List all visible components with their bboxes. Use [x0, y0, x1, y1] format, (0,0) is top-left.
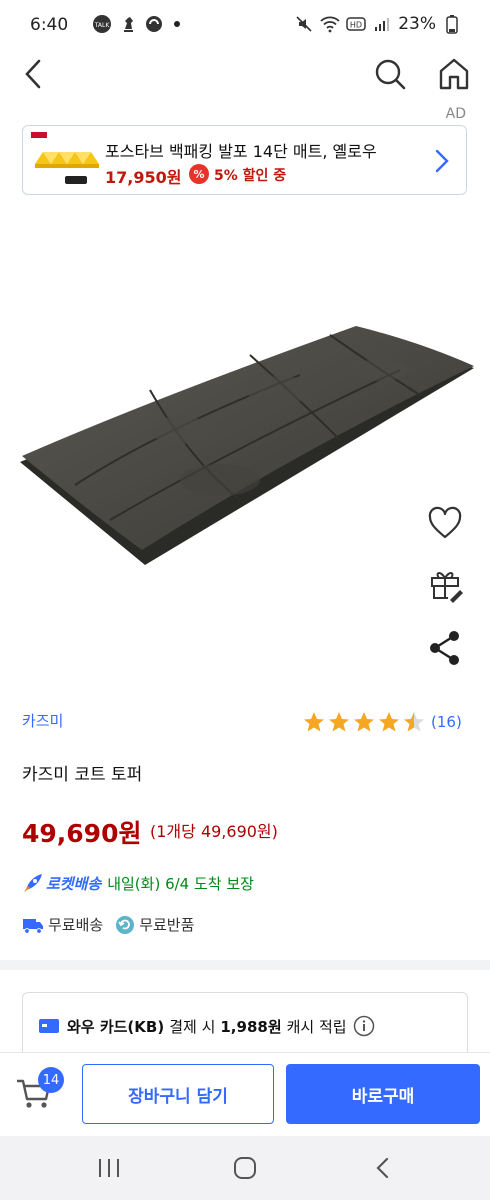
card-offer-text2: 캐시 적립 — [286, 1017, 347, 1036]
chevron-right-icon — [432, 146, 452, 176]
gift-button[interactable] — [426, 564, 464, 604]
heart-icon — [428, 506, 462, 539]
ad-price: 17,950원 — [105, 168, 182, 187]
ad-discount: 5% 할인 중 — [214, 168, 287, 184]
status-more-dot — [174, 21, 180, 27]
rocket-icon — [24, 874, 42, 892]
bottom-action-bar: 14 장바구니 담기 바로구매 — [0, 1052, 490, 1136]
share-icon — [430, 631, 459, 665]
free-service-row: 무료배송 무료반품 — [22, 914, 194, 935]
card-offer-text1: 결제 시 — [169, 1017, 216, 1036]
svg-text:TALK: TALK — [94, 22, 111, 29]
wifi-icon — [320, 14, 340, 34]
return-icon — [116, 915, 135, 934]
card-name: 와우 카드(KB) — [67, 1017, 165, 1036]
unit-price: (1개당 49,690원) — [150, 822, 278, 841]
star-full-icon — [329, 712, 349, 732]
chevron-left-icon — [25, 59, 41, 89]
share-button[interactable] — [426, 628, 464, 668]
cart-count-badge: 14 — [38, 1067, 64, 1093]
home-icon — [439, 58, 469, 90]
hd-icon: HD — [346, 14, 366, 34]
chess-icon — [118, 14, 138, 34]
status-bar: 6:40 TALK HD 23% — [0, 0, 490, 52]
talk-icon: TALK — [92, 14, 112, 34]
credit-card-icon — [39, 1019, 59, 1033]
status-system-icons: HD 23% — [294, 14, 462, 34]
svg-text:HD: HD — [350, 21, 362, 30]
android-navigation-bar — [0, 1136, 490, 1200]
info-icon[interactable] — [353, 1015, 375, 1037]
delivery-info: 로켓배송 내일(화) 6/4 도착 보장 — [22, 872, 254, 894]
truck-icon — [23, 918, 43, 934]
ad-title: 포스타브 백패킹 발포 14단 매트, 옐로우 — [105, 142, 377, 161]
card-offer-row: 와우 카드(KB) 결제 시 1,988원 캐시 적립 — [39, 1015, 375, 1037]
home-button[interactable] — [434, 55, 474, 93]
product-name: 카즈미 코트 토퍼 — [22, 765, 143, 785]
sync-icon — [144, 14, 164, 34]
back-button[interactable] — [18, 56, 54, 92]
ad-label: AD — [445, 106, 466, 122]
review-count[interactable]: (16) — [431, 713, 462, 731]
battery-percent: 23% — [398, 14, 436, 34]
status-time: 6:40 — [30, 15, 69, 35]
recent-apps-icon — [99, 1159, 119, 1177]
star-full-icon — [379, 712, 399, 732]
star-full-icon — [354, 712, 374, 732]
mute-icon — [294, 14, 314, 34]
ad-product-thumbnail — [29, 130, 107, 190]
back-arrow-icon — [376, 1157, 389, 1179]
android-back-button[interactable] — [372, 1156, 394, 1180]
star-full-icon — [304, 712, 324, 732]
rocket-delivery-label: 로켓배송 — [46, 874, 102, 893]
product-price: 49,690원 — [22, 819, 142, 848]
section-divider — [0, 960, 490, 970]
recent-apps-button[interactable] — [96, 1156, 122, 1180]
rating[interactable]: (16) — [302, 710, 462, 734]
home-circle-icon — [234, 1157, 256, 1179]
search-icon — [375, 59, 406, 90]
gift-icon — [431, 572, 463, 603]
delivery-date: 내일(화) 6/4 도착 보장 — [107, 874, 254, 893]
discount-badge-icon: % — [189, 164, 209, 184]
brand-link[interactable]: 카즈미 — [22, 710, 63, 731]
ad-banner[interactable]: 포스타브 백패킹 발포 14단 매트, 옐로우 17,950원 % 5% 할인 … — [22, 125, 467, 195]
free-return-label: 무료반품 — [139, 916, 195, 934]
buy-now-button[interactable]: 바로구매 — [286, 1064, 480, 1124]
card-cashback-amount: 1,988원 — [220, 1017, 282, 1036]
add-to-cart-button[interactable]: 장바구니 담기 — [82, 1064, 274, 1124]
android-home-button[interactable] — [232, 1155, 258, 1181]
wishlist-button[interactable] — [426, 504, 464, 542]
star-half-icon — [404, 712, 424, 732]
signal-icon — [372, 14, 392, 34]
product-image[interactable] — [0, 280, 490, 610]
free-shipping-label: 무료배송 — [48, 916, 104, 934]
status-notification-icons: TALK — [92, 14, 180, 34]
search-button[interactable] — [370, 56, 410, 92]
battery-icon — [442, 14, 462, 34]
